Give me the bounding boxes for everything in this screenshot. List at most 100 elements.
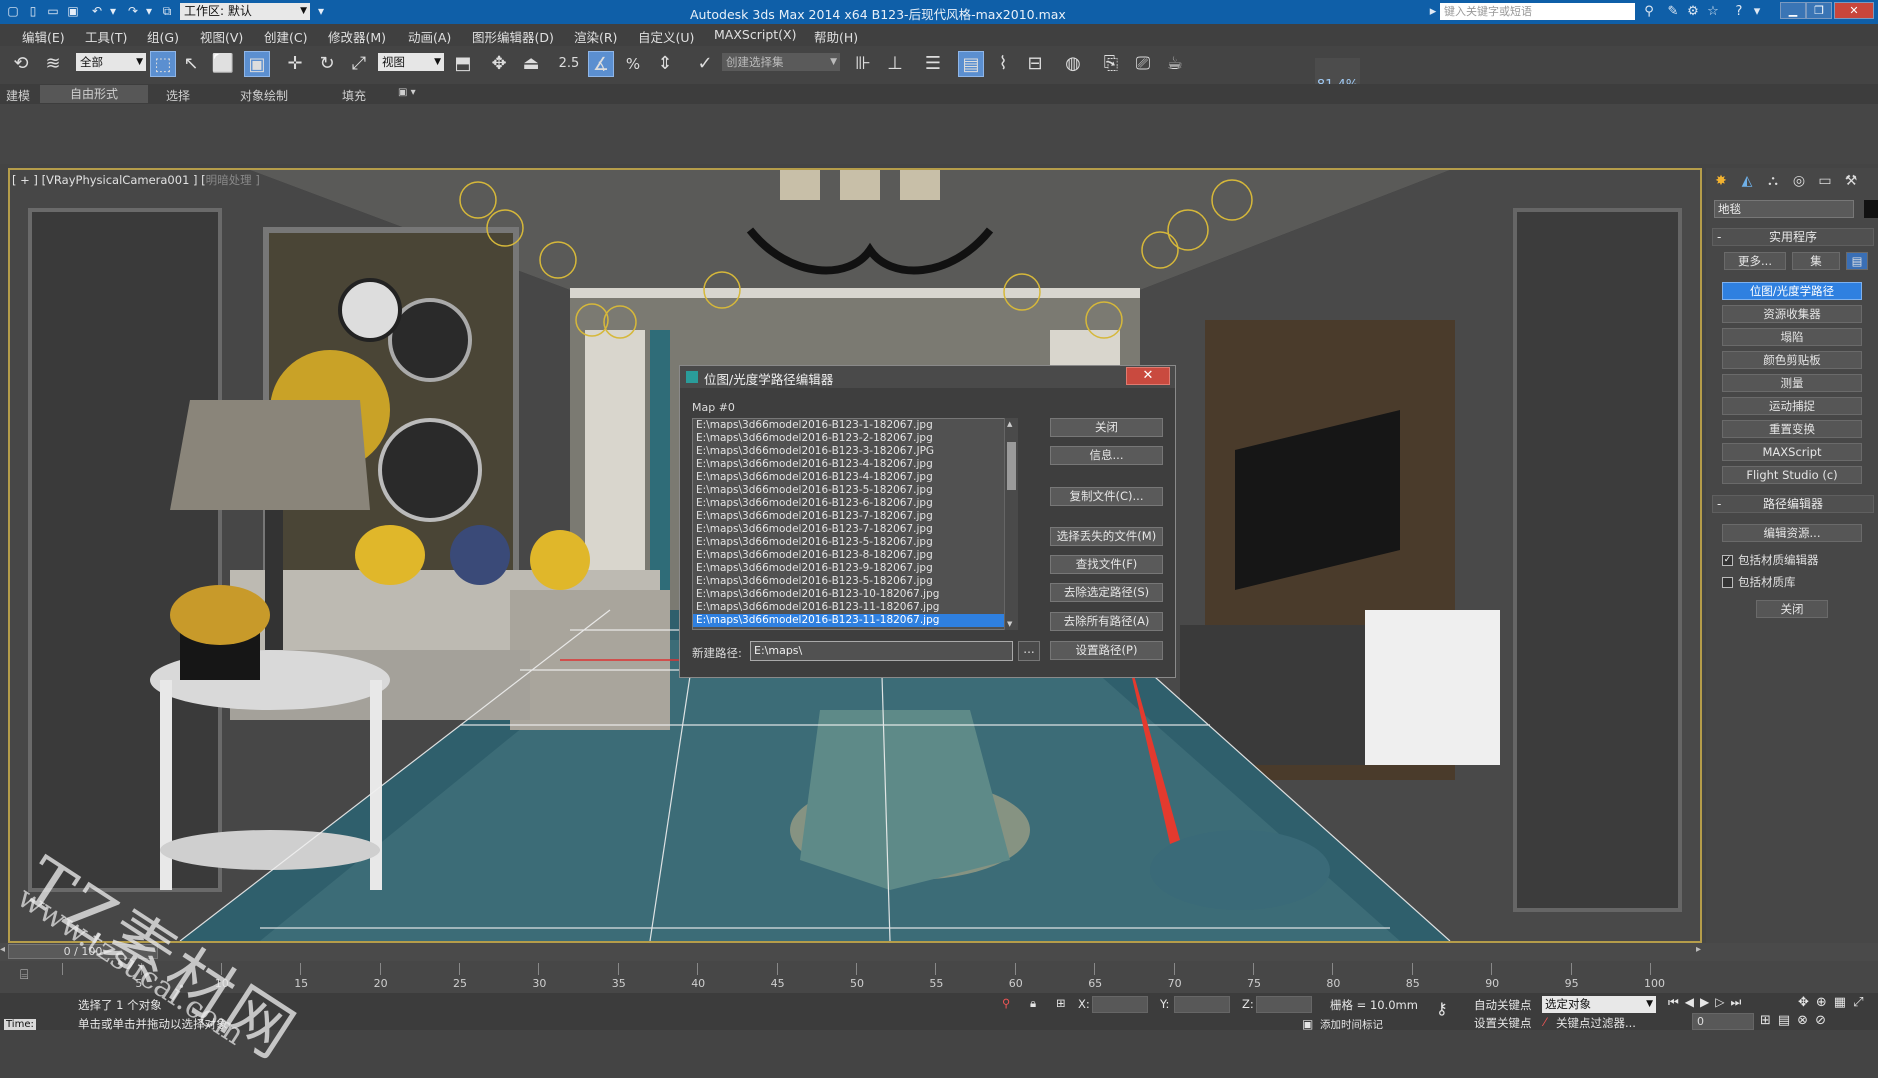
current-frame-field[interactable]: 0 — [1692, 1013, 1754, 1030]
mini-curve-editor-icon[interactable]: ⌸ — [20, 967, 28, 983]
close-button[interactable]: 关闭 — [1050, 418, 1163, 437]
file-path-row[interactable]: E:\maps\3d66model2016-B123-7-182067.jpg — [693, 510, 1016, 523]
menu-tools[interactable]: 工具(T) — [85, 27, 127, 46]
strip-selected-paths-button[interactable]: 去除选定路径(S) — [1050, 583, 1163, 602]
tab-selection[interactable]: 选择 — [166, 87, 190, 104]
new-file-icon[interactable]: ▯ — [24, 3, 42, 19]
file-path-row[interactable]: E:\maps\3d66model2016-B123-5-182067.jpg — [693, 484, 1016, 497]
maxscript-listener-label[interactable]: Time: — [4, 1019, 36, 1030]
utility-resource-collector-button[interactable]: 资源收集器 — [1722, 305, 1862, 323]
rectangular-selection-icon[interactable]: ⬜ — [210, 51, 236, 77]
new-path-input[interactable]: E:\maps\ — [750, 641, 1013, 661]
layer-manager-icon[interactable]: ☰ — [920, 51, 946, 77]
dialog-title-bar[interactable]: 位图/光度学路径编辑器 ✕ — [680, 366, 1175, 388]
utility-color-clipboard-button[interactable]: 颜色剪贴板 — [1722, 351, 1862, 369]
viewport-navigation-controls-2[interactable]: ⊞▤⊗⊘ — [1760, 1013, 1833, 1028]
file-path-row[interactable]: E:\maps\3d66model2016-B123-5-182067.jpg — [693, 536, 1016, 549]
key-filters-button[interactable]: 关键点过滤器... — [1556, 1015, 1636, 1031]
file-path-row[interactable]: E:\maps\3d66model2016-B123-3-182067.JPG — [693, 445, 1016, 458]
edit-resources-button[interactable]: 编辑资源... — [1722, 524, 1862, 542]
app-menu-icon[interactable]: ▢ — [4, 3, 22, 19]
mirror-icon[interactable]: ⊪ — [850, 51, 876, 77]
workspace-dropdown[interactable]: 工作区: 默认 ▼ — [180, 3, 310, 20]
object-name-field[interactable]: 地毯 — [1714, 200, 1854, 218]
tools-icon[interactable]: ✎ — [1664, 3, 1682, 20]
file-path-row[interactable]: E:\maps\3d66model2016-B123-11-182067.jpg — [693, 614, 1016, 627]
edit-named-selection-icon[interactable]: ✓ — [692, 51, 718, 77]
more-button[interactable]: 更多... — [1724, 252, 1786, 270]
window-crossing-icon[interactable]: ▣ — [244, 51, 270, 77]
file-path-row[interactable]: E:\maps\3d66model2016-B123-10-182067.jpg — [693, 588, 1016, 601]
path-editor-rollout-header[interactable]: - 路径编辑器 — [1712, 495, 1874, 513]
select-missing-files-button[interactable]: 选择丢失的文件(M) — [1050, 527, 1163, 546]
utility-collapse-button[interactable]: 塌陷 — [1722, 328, 1862, 346]
strip-all-paths-button[interactable]: 去除所有路径(A) — [1050, 612, 1163, 631]
select-by-name-icon[interactable]: ↖ — [178, 51, 204, 77]
file-path-row[interactable]: E:\maps\3d66model2016-B123-5-182067.jpg — [693, 575, 1016, 588]
set-path-button[interactable]: 设置路径(P) — [1050, 641, 1163, 660]
menu-graph-editors[interactable]: 图形编辑器(D) — [472, 27, 554, 46]
tab-freeform[interactable]: 自由形式 — [40, 85, 149, 103]
menu-rendering[interactable]: 渲染(R) — [574, 27, 617, 46]
project-folder-icon[interactable]: ⧉ — [158, 3, 176, 19]
copy-files-button[interactable]: 复制文件(C)... — [1050, 487, 1163, 506]
menu-modifiers[interactable]: 修改器(M) — [328, 27, 386, 46]
scroll-down-icon[interactable]: ▼ — [1007, 620, 1012, 628]
save-icon[interactable]: ▣ — [64, 3, 82, 19]
workspace-menu-icon[interactable]: ▾ — [312, 3, 330, 19]
playback-controls[interactable]: ⏮◀▶▷⏭ — [1668, 995, 1747, 1010]
file-path-row[interactable]: E:\maps\3d66model2016-B123-6-182067.jpg — [693, 497, 1016, 510]
hierarchy-tab-icon[interactable]: ⛬ — [1762, 170, 1784, 192]
tab-populate[interactable]: 填充 — [342, 87, 366, 104]
keyword-search-input[interactable]: 键入关键字或短语 — [1440, 3, 1635, 20]
include-material-library-checkbox[interactable]: 包括材质库 — [1722, 574, 1796, 590]
select-manipulate-icon[interactable]: ✥ — [486, 51, 512, 77]
file-list-scrollbar[interactable]: ▲ ▼ — [1004, 418, 1018, 630]
time-slider[interactable]: ◂ 0 / 100 ▸ — [0, 943, 1878, 961]
menu-group[interactable]: 组(G) — [147, 27, 179, 46]
utility-maxscript-button[interactable]: MAXScript — [1722, 443, 1862, 461]
utility-measure-button[interactable]: 测量 — [1722, 374, 1862, 392]
menu-create[interactable]: 创建(C) — [264, 27, 307, 46]
ribbon-options-icon[interactable]: ▣ ▾ — [398, 87, 416, 98]
bind-space-warp-icon[interactable]: ≋ — [40, 51, 66, 77]
key-mode-dropdown[interactable]: 选定对象 ▼ — [1542, 996, 1656, 1013]
file-path-row[interactable]: E:\maps\3d66model2016-B123-9-182067.jpg — [693, 562, 1016, 575]
auto-key-button[interactable]: 自动关键点 — [1474, 997, 1532, 1013]
scroll-up-icon[interactable]: ▲ — [1007, 420, 1012, 428]
utility-bitmap-path-button[interactable]: 位图/光度学路径 — [1722, 282, 1862, 300]
find-files-button[interactable]: 查找文件(F) — [1050, 555, 1163, 574]
scale-icon[interactable]: ⤢ — [346, 51, 372, 77]
named-selection-dropdown[interactable]: 创建选择集 ▼ — [722, 53, 840, 71]
lock-selection-icon[interactable]: 🔒︎ — [1030, 996, 1036, 1011]
render-setup-icon[interactable]: ⎘ — [1098, 51, 1124, 77]
configure-sets-icon[interactable]: ▤ — [1846, 252, 1868, 270]
link-icon[interactable]: ⟲ — [8, 51, 34, 77]
help-icon[interactable]: ? — [1730, 3, 1748, 20]
tab-object-paint[interactable]: 对象绘制 — [240, 87, 288, 104]
menu-views[interactable]: 视图(V) — [200, 27, 243, 46]
key-icon[interactable]: ⚷ — [1436, 999, 1448, 1018]
curve-editor-icon[interactable]: ⌇ — [990, 51, 1016, 77]
slider-next-icon[interactable]: ▸ — [1696, 944, 1701, 955]
undo-dropdown-icon[interactable]: ▾ — [104, 3, 122, 19]
angle-snap-icon[interactable]: ∡ — [588, 51, 614, 77]
object-color-swatch[interactable] — [1864, 200, 1878, 218]
menu-maxscript[interactable]: MAXScript(X) — [714, 27, 796, 42]
menu-help[interactable]: 帮助(H) — [814, 27, 858, 46]
x-coordinate-field[interactable] — [1092, 996, 1148, 1013]
set-key-button[interactable]: 设置关键点 — [1474, 1015, 1532, 1031]
viewport-navigation-controls[interactable]: ✥⊕▦⤢ — [1798, 995, 1870, 1010]
open-file-icon[interactable]: ▭ — [44, 3, 62, 19]
binoculars-icon[interactable]: ⚲ — [1640, 3, 1658, 20]
file-path-row[interactable]: E:\maps\3d66model2016-B123-2-182067.jpg — [693, 432, 1016, 445]
time-tag-icon[interactable]: ▣ — [1302, 1017, 1313, 1031]
file-path-row[interactable]: E:\maps\3d66model2016-B123-4-182067.jpg — [693, 471, 1016, 484]
create-tab-icon[interactable]: ✸ — [1710, 170, 1732, 192]
file-path-row[interactable]: E:\maps\3d66model2016-B123-11-182067.jpg — [693, 601, 1016, 614]
utility-flight-studio-button[interactable]: Flight Studio (c) — [1722, 466, 1862, 484]
file-path-row[interactable]: E:\maps\3d66model2016-B123-8-182067.jpg — [693, 549, 1016, 562]
slider-prev-icon[interactable]: ◂ — [0, 944, 5, 955]
align-icon[interactable]: ⊥ — [882, 51, 908, 77]
help-dropdown-icon[interactable]: ▾ — [1748, 3, 1766, 20]
